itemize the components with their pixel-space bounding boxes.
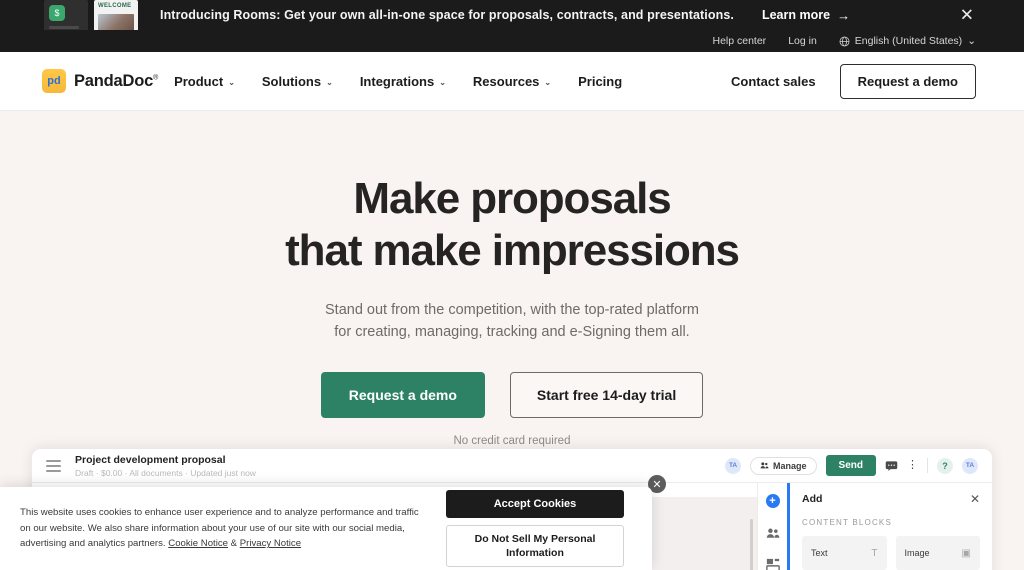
comment-icon[interactable]	[885, 460, 898, 471]
brand-name: PandaDoc®	[74, 72, 158, 91]
hero-title-line-2: that make impressions	[285, 225, 740, 275]
accept-cookies-button[interactable]: Accept Cookies	[446, 489, 624, 518]
image-icon: ▣	[961, 547, 971, 559]
nav-label: Resources	[472, 73, 540, 89]
help-icon[interactable]: ?	[937, 457, 953, 474]
canvas-scrollbar[interactable]	[750, 519, 753, 570]
nav-label: Pricing	[578, 73, 623, 89]
language-selector[interactable]: English (United States) ⌄	[839, 35, 976, 47]
page-title: Make proposals that make impressions	[0, 173, 1024, 277]
nav-actions: Contact sales Request a demo	[731, 63, 976, 99]
promo-learn-more-label: Learn more	[761, 8, 831, 22]
block-label: Text	[811, 548, 828, 558]
promo-banner: $ WELCOME Introducing Rooms: Get your ow…	[0, 0, 1024, 46]
nav-label: Solutions	[261, 73, 322, 89]
fields-icon[interactable]	[765, 557, 780, 570]
avatar: TA	[725, 457, 742, 474]
thumb-line	[49, 26, 79, 29]
manage-label: Manage	[773, 460, 807, 471]
cookie-separator: &	[230, 538, 238, 550]
block-label: Image	[904, 548, 930, 558]
request-demo-button[interactable]: Request a demo	[839, 63, 976, 99]
chevron-down-icon: ⌄	[228, 77, 235, 87]
nav-label: Integrations	[359, 73, 435, 89]
people-icon	[760, 462, 769, 469]
contact-sales-link[interactable]: Contact sales	[731, 74, 816, 89]
mockup-doc-title: Project development proposal	[75, 453, 226, 466]
globe-icon	[839, 36, 850, 46]
mockup-doc-info: Project development proposal Draft · $0.…	[75, 454, 256, 478]
trademark-symbol: ®	[153, 74, 159, 81]
mockup-doc-meta: Draft · $0.00 · All documents · Updated …	[75, 467, 256, 478]
hamburger-menu-icon[interactable]	[46, 459, 61, 472]
mockup-icon-rail: +	[757, 483, 787, 570]
toolbar-divider	[927, 458, 928, 473]
hero-title-line-1: Make proposals	[353, 174, 671, 223]
add-content-panel: Add ✕ CONTENT BLOCKS Text T Image ▣	[787, 483, 992, 570]
chevron-down-icon: ⌄	[326, 77, 333, 87]
mockup-toolbar-actions: TA Manage Send ⋮ ? TA	[725, 455, 978, 476]
promo-learn-more-link[interactable]: Learn more →	[762, 8, 850, 23]
hero-subtitle-line-1: Stand out from the competition, with the…	[325, 301, 699, 318]
hero-free-trial-button[interactable]: Start free 14-day trial	[509, 371, 704, 418]
nav-item-resources[interactable]: Resources ⌄	[473, 74, 551, 89]
log-in-link[interactable]: Log in	[788, 35, 817, 47]
brand-logo[interactable]: pd PandaDoc®	[42, 69, 158, 93]
cookie-notice-link[interactable]: Cookie Notice	[168, 538, 228, 549]
nav-item-solutions[interactable]: Solutions ⌄	[262, 74, 333, 89]
utility-bar: Help center Log in English (United State…	[0, 30, 1024, 52]
pandadoc-logo-icon: pd	[42, 69, 66, 93]
close-icon[interactable]: ✕	[970, 493, 980, 505]
hero-subtitle: Stand out from the competition, with the…	[0, 299, 1024, 344]
hero-cta-group: Request a demo Start free 14-day trial	[0, 371, 1024, 418]
nav-links: Product ⌄ Solutions ⌄ Integrations ⌄ Res…	[174, 74, 622, 89]
content-block-image[interactable]: Image ▣	[895, 536, 980, 570]
cookie-text: This website uses cookies to enhance use…	[20, 505, 432, 552]
add-block-icon[interactable]: +	[765, 493, 780, 508]
nav-label: Product	[174, 73, 224, 89]
add-panel-title: Add	[802, 493, 823, 505]
nav-item-integrations[interactable]: Integrations ⌄	[360, 74, 446, 89]
more-options-icon[interactable]: ⋮	[907, 460, 918, 471]
dollar-icon: $	[49, 5, 65, 21]
help-center-link[interactable]: Help center	[712, 35, 766, 47]
language-label: English (United States)	[854, 35, 963, 47]
chevron-down-icon: ⌄	[544, 77, 552, 87]
chevron-down-icon: ⌄	[439, 77, 446, 87]
main-navigation: pd PandaDoc® Product ⌄ Solutions ⌄ Integ…	[0, 52, 1024, 111]
do-not-sell-button[interactable]: Do Not Sell My Personal Information	[446, 524, 624, 568]
manage-button[interactable]: Manage	[750, 456, 817, 475]
chevron-down-icon: ⌄	[967, 35, 976, 47]
promo-message: Introducing Rooms: Get your own all-in-o…	[160, 8, 734, 22]
add-panel-header: Add ✕	[802, 493, 980, 505]
cookie-actions: Accept Cookies Do Not Sell My Personal I…	[446, 489, 624, 568]
thumb-welcome-label: WELCOME	[98, 3, 132, 9]
nav-item-pricing[interactable]: Pricing	[578, 74, 622, 89]
hero-note: No credit card required	[453, 434, 571, 447]
hero-subtitle-line-2: for creating, managing, tracking and e-S…	[334, 324, 690, 341]
brand-name-text: PandaDoc	[74, 71, 154, 90]
send-button[interactable]: Send	[825, 455, 876, 476]
text-icon: T	[871, 547, 878, 559]
promo-thumbnails: $ WELCOME	[44, 0, 138, 46]
content-block-grid: Text T Image ▣	[802, 536, 980, 570]
content-block-text[interactable]: Text T	[802, 536, 887, 570]
hero-request-demo-button[interactable]: Request a demo	[320, 371, 485, 418]
nav-item-product[interactable]: Product ⌄	[174, 74, 235, 89]
people-icon[interactable]	[765, 525, 780, 540]
cookie-consent-banner: This website uses cookies to enhance use…	[0, 487, 652, 570]
content-blocks-label: CONTENT BLOCKS	[802, 518, 892, 527]
close-icon[interactable]: ✕	[960, 7, 974, 24]
avatar[interactable]: TA	[962, 457, 978, 474]
arrow-right-icon: →	[837, 7, 851, 23]
privacy-notice-link[interactable]: Privacy Notice	[240, 538, 301, 549]
mockup-toolbar: Project development proposal Draft · $0.…	[32, 449, 992, 483]
